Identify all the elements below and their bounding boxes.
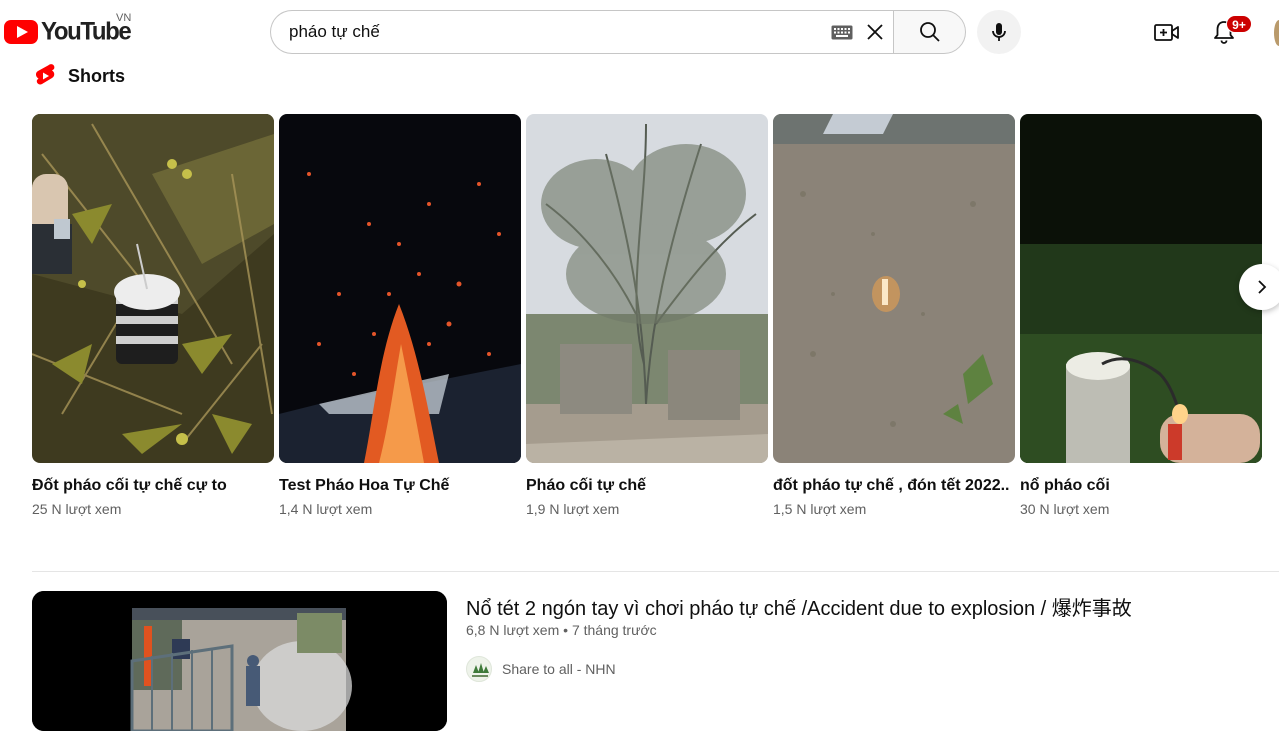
- video-thumbnail[interactable]: [32, 591, 447, 731]
- search-icon: [919, 22, 940, 42]
- video-title[interactable]: Nổ tét 2 ngón tay vì chơi pháo tự chế /A…: [466, 592, 1132, 621]
- youtube-play-icon: [4, 20, 38, 44]
- short-card[interactable]: nổ pháo cối 30 N lượt xem: [1020, 114, 1262, 517]
- masthead: YouTube VN pháo tự chế 9+: [0, 0, 1279, 64]
- channel-link[interactable]: Share to all - NHN: [466, 655, 616, 683]
- short-card[interactable]: đốt pháo tự chế , đón tết 2022.. 1,5 N l…: [773, 114, 1015, 517]
- create-button[interactable]: [1150, 16, 1184, 50]
- short-views: 1,5 N lượt xem: [773, 501, 867, 517]
- account-avatar[interactable]: [1274, 20, 1279, 46]
- short-title[interactable]: Đốt pháo cối tự chế cự to: [32, 474, 274, 497]
- voice-search-button[interactable]: [977, 10, 1021, 54]
- close-icon[interactable]: [865, 22, 885, 42]
- shorts-section-header: Shorts: [34, 63, 125, 89]
- chevron-right-icon: [1258, 280, 1267, 294]
- video-views: 6,8 N lượt xem: [466, 622, 560, 638]
- video-metadata: 6,8 N lượt xem • 7 tháng trước: [466, 622, 657, 638]
- short-thumbnail[interactable]: [279, 114, 521, 463]
- short-thumbnail[interactable]: [32, 114, 274, 463]
- short-card[interactable]: Test Pháo Hoa Tự Chế 1,4 N lượt xem: [279, 114, 521, 517]
- shorts-logo-icon: [35, 64, 55, 85]
- video-age: 7 tháng trước: [571, 622, 657, 638]
- short-thumbnail[interactable]: [526, 114, 768, 463]
- youtube-logo[interactable]: YouTube VN: [4, 12, 132, 46]
- video-camera-plus-icon: [1154, 24, 1179, 41]
- short-views: 30 N lượt xem: [1020, 501, 1110, 517]
- short-thumbnail[interactable]: [1020, 114, 1262, 463]
- short-card[interactable]: Pháo cối tự chế 1,9 N lượt xem: [526, 114, 768, 517]
- short-card[interactable]: Đốt pháo cối tự chế cự to 25 N lượt xem: [32, 114, 274, 517]
- section-divider: [32, 571, 1279, 572]
- notification-count-badge: 9+: [1226, 15, 1252, 33]
- keyboard-icon[interactable]: [831, 25, 853, 40]
- search-box: [270, 10, 894, 54]
- search-input[interactable]: [289, 11, 819, 53]
- country-code: VN: [116, 12, 132, 24]
- shorts-section-title: Shorts: [68, 65, 126, 86]
- short-views: 1,4 N lượt xem: [279, 501, 373, 517]
- microphone-icon: [992, 23, 1006, 41]
- short-title[interactable]: Pháo cối tự chế: [526, 474, 768, 497]
- shorts-next-button[interactable]: [1239, 264, 1279, 310]
- channel-avatar[interactable]: [466, 656, 492, 682]
- short-views: 1,9 N lượt xem: [526, 501, 620, 517]
- short-title[interactable]: đốt pháo tự chế , đón tết 2022..: [773, 474, 1015, 497]
- short-views: 25 N lượt xem: [32, 501, 122, 517]
- search-button[interactable]: [893, 10, 966, 54]
- meta-separator: •: [563, 622, 572, 638]
- short-thumbnail[interactable]: [773, 114, 1015, 463]
- short-title[interactable]: nổ pháo cối: [1020, 474, 1262, 497]
- channel-name[interactable]: Share to all - NHN: [502, 661, 616, 677]
- short-title[interactable]: Test Pháo Hoa Tự Chế: [279, 474, 521, 497]
